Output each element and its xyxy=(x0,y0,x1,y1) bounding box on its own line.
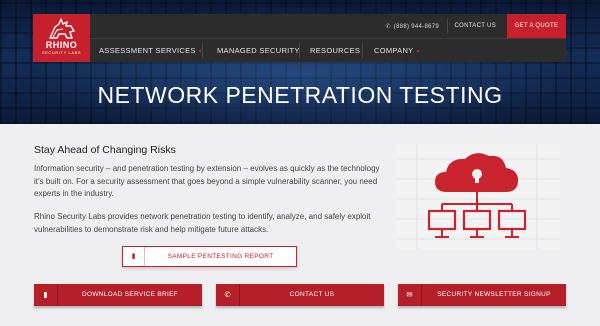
site-header: RHINO SECURITY LABS ✆ (888) 944-8679 CONT… xyxy=(33,14,566,62)
utility-contact-link[interactable]: CONTACT US xyxy=(455,23,496,29)
main-content: Stay Ahead of Changing Risks Information… xyxy=(0,124,600,326)
menu-item-assessment-services[interactable]: ASSESSMENT SERVICES ▾ xyxy=(99,39,202,62)
menu-item-label: RESOURCES xyxy=(310,46,361,55)
phone-icon: ✆ xyxy=(385,24,391,30)
menu-item-label: ASSESSMENT SERVICES xyxy=(99,46,196,55)
document-icon: ▮ xyxy=(123,247,145,266)
menu-item-resources[interactable]: RESOURCES xyxy=(310,39,360,62)
phone-icon: ✆ xyxy=(216,284,240,306)
section-heading: Stay Ahead of Changing Risks xyxy=(34,144,176,156)
menu-item-managed-security[interactable]: MANAGED SECURITY xyxy=(217,39,300,62)
chevron-down-icon: ▾ xyxy=(416,49,420,55)
divider xyxy=(202,43,203,58)
logo-subtitle: SECURITY LABS xyxy=(41,50,82,55)
newsletter-signup-button[interactable]: ✉ SECURITY NEWSLETTER SIGNUP xyxy=(398,284,566,306)
page-title: NETWORK PENETRATION TESTING xyxy=(97,82,503,108)
button-label: DOWNLOAD SERVICE BRIEF xyxy=(81,291,179,298)
menu-item-company[interactable]: COMPANY ▾ xyxy=(374,39,420,62)
cloud-lock-network-icon xyxy=(397,144,560,249)
phone-link[interactable]: ✆ (888) 944-8679 xyxy=(385,23,439,30)
menu-item-label: MANAGED SECURITY xyxy=(217,46,300,55)
contact-us-button[interactable]: ✆ CONTACT US xyxy=(216,284,384,306)
intro-paragraph: Information security – and penetration t… xyxy=(34,164,380,199)
menu-item-label: COMPANY xyxy=(374,46,414,55)
site-logo[interactable]: RHINO SECURITY LABS xyxy=(33,14,90,62)
download-service-brief-button[interactable]: ▮ DOWNLOAD SERVICE BRIEF xyxy=(34,284,202,306)
button-label: SAMPLE PENTESTING REPORT xyxy=(167,253,274,260)
services-paragraph: Rhino Security Labs provides network pen… xyxy=(34,212,371,234)
document-icon: ▮ xyxy=(34,284,58,306)
logo-name: RHINO xyxy=(45,40,78,50)
divider xyxy=(447,19,448,33)
rhino-logo-icon xyxy=(48,18,75,39)
divider xyxy=(299,43,300,58)
button-label: CONTACT US xyxy=(289,291,335,298)
sample-report-button[interactable]: ▮ SAMPLE PENTESTING REPORT xyxy=(122,246,297,267)
button-label: SECURITY NEWSLETTER SIGNUP xyxy=(437,291,551,298)
get-a-quote-button[interactable]: GET A QUOTE xyxy=(507,14,566,38)
illustration xyxy=(397,144,560,249)
phone-number: (888) 944-8679 xyxy=(393,24,439,30)
divider xyxy=(362,43,363,58)
utility-bar: ✆ (888) 944-8679 CONTACT US GET A QUOTE xyxy=(90,14,566,38)
main-menu: ASSESSMENT SERVICES ▾ MANAGED SECURITY RE… xyxy=(90,38,566,62)
envelope-icon: ✉ xyxy=(398,284,422,306)
